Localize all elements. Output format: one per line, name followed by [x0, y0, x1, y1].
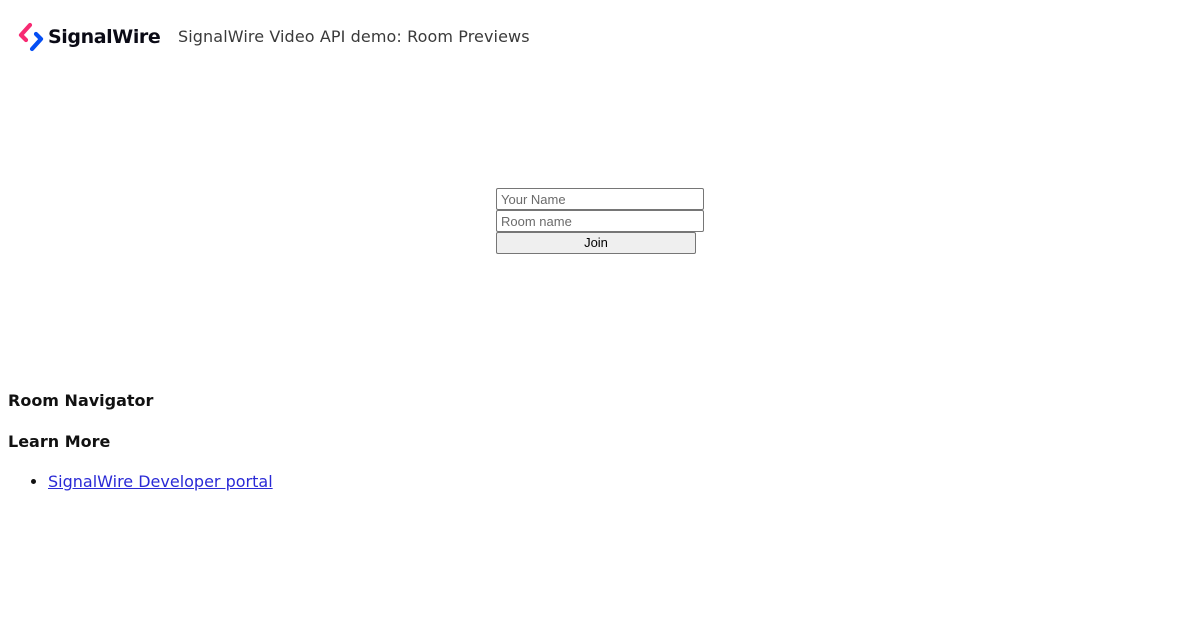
room-name-input[interactable]: [496, 210, 704, 232]
learn-more-heading: Learn More: [8, 432, 111, 451]
learn-more-list: SignalWire Developer portal: [0, 471, 273, 493]
logo-wordmark: SignalWire: [48, 26, 161, 48]
signalwire-logo[interactable]: SignalWire: [17, 22, 161, 52]
join-button[interactable]: Join: [496, 232, 696, 254]
your-name-input[interactable]: [496, 188, 704, 210]
page-title: SignalWire Video API demo: Room Previews: [178, 27, 530, 46]
signalwire-logo-icon: [18, 22, 44, 52]
room-navigator-heading: Room Navigator: [8, 391, 154, 410]
join-room-form: Join: [496, 188, 704, 254]
developer-portal-link[interactable]: SignalWire Developer portal: [48, 472, 273, 491]
list-item: SignalWire Developer portal: [48, 471, 273, 493]
page-header: SignalWire SignalWire Video API demo: Ro…: [0, 0, 1200, 74]
